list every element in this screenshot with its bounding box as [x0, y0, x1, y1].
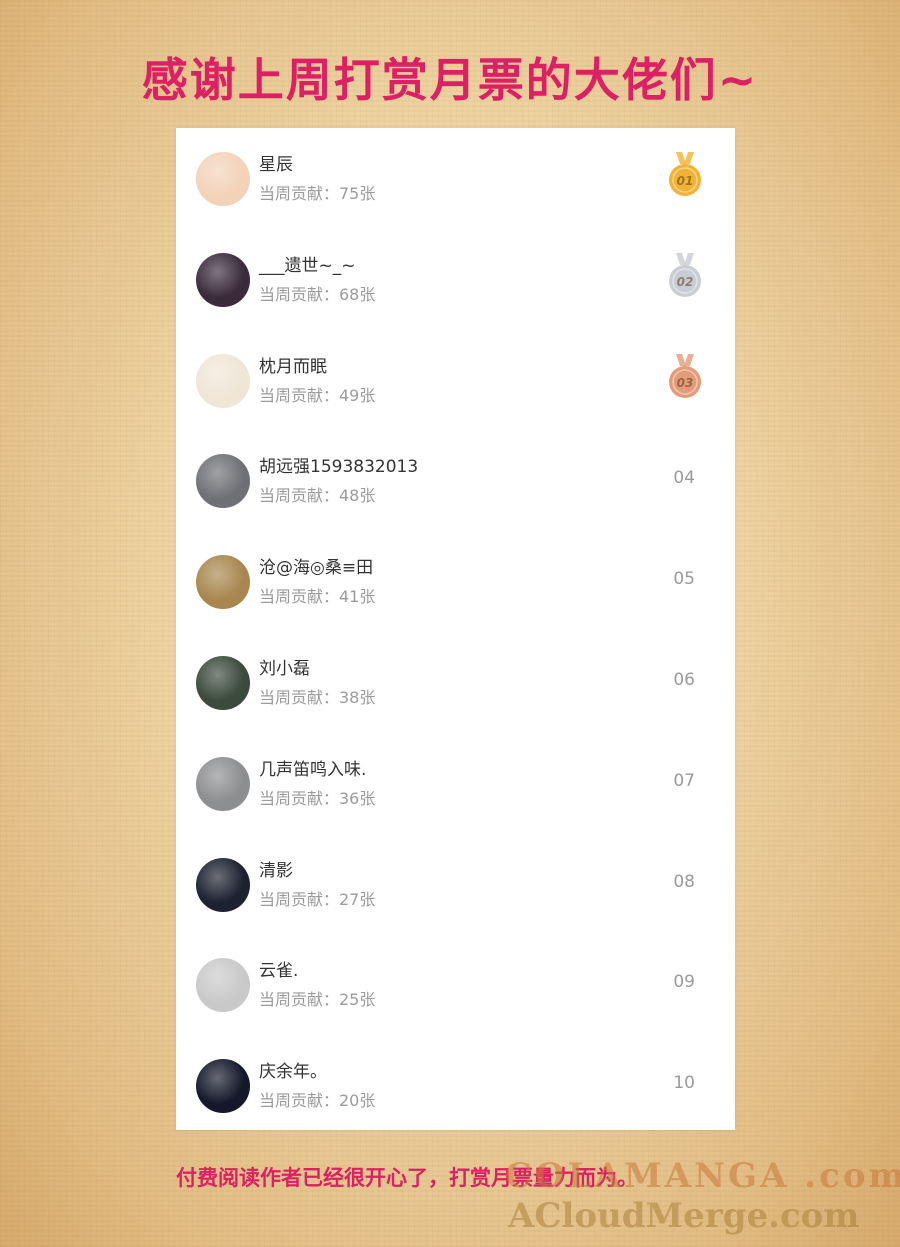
user-name: 清影 — [259, 860, 293, 881]
medal-rank-label: 03 — [677, 376, 694, 390]
user-name: 星辰 — [259, 155, 293, 175]
avatar[interactable] — [196, 857, 250, 912]
ranking-list: 星辰当周贡献：75张 01 ___遗世~_~ 当周贡献：68张 02 枕月而眠当周贡献：4… — [176, 128, 735, 1130]
user-name: 枕月而眠 — [259, 356, 327, 377]
weekly-contribution: 当周贡献：27张 — [259, 889, 376, 909]
weekly-contribution: 当周贡献：41张 — [259, 587, 376, 607]
list-item[interactable]: 胡远强1593832013 当周贡献：48张 04 — [176, 430, 735, 530]
rank-number: 10 — [673, 1073, 695, 1094]
rank-number: 07 — [673, 770, 695, 791]
list-item[interactable]: 沧@海◎桑≡田 当周贡献：41张 05 — [176, 531, 735, 631]
rank-number: 08 — [673, 871, 695, 892]
user-name: 刘小磊 — [259, 659, 310, 679]
weekly-contribution: 当周贡献：20张 — [259, 1091, 376, 1111]
avatar[interactable] — [196, 353, 250, 408]
rank-number: 05 — [673, 569, 695, 590]
watermark-acloudmerge: ACloudMerge.com — [508, 1196, 860, 1236]
page-title: 感谢上周打赏月票的大佬们~ — [141, 53, 759, 107]
list-item[interactable]: ___遗世~_~ 当周贡献：68张 02 — [176, 229, 735, 329]
avatar[interactable] — [196, 756, 250, 811]
weekly-contribution: 当周贡献：49张 — [259, 385, 376, 405]
list-item[interactable]: 几声笛鸣入味. 当周贡献：36张 07 — [176, 733, 735, 833]
list-item[interactable]: 庆余年。当周贡献：20张 10 — [176, 1035, 735, 1135]
avatar[interactable] — [196, 656, 250, 710]
gold-medal-icon: 01 — [668, 150, 702, 198]
weekly-contribution: 当周贡献：38张 — [259, 688, 376, 707]
rank-number: 06 — [673, 670, 695, 690]
weekly-contribution: 当周贡献：25张 — [259, 990, 376, 1010]
user-name: 胡远强1593832013 — [259, 457, 419, 478]
weekly-contribution: 当周贡献：68张 — [259, 284, 376, 304]
user-name: 几声笛鸣入味. — [259, 759, 367, 780]
rank-number: 09 — [673, 972, 695, 993]
silver-medal-icon: 02 — [668, 251, 702, 299]
list-item[interactable]: 刘小磊当周贡献：38张 06 — [176, 632, 735, 732]
avatar[interactable] — [196, 252, 250, 307]
weekly-contribution: 当周贡献：48张 — [259, 486, 376, 506]
user-name: 庆余年。 — [259, 1062, 327, 1083]
user-name: 云雀. — [259, 961, 299, 982]
list-item[interactable]: 星辰当周贡献：75张 01 — [176, 128, 735, 228]
avatar[interactable] — [196, 152, 250, 206]
avatar[interactable] — [196, 454, 250, 509]
weekly-contribution: 当周贡献：75张 — [259, 184, 376, 203]
avatar[interactable] — [196, 555, 250, 610]
list-item[interactable]: 枕月而眠当周贡献：49张 03 — [176, 330, 735, 430]
weekly-contribution: 当周贡献：36张 — [259, 788, 376, 808]
avatar[interactable] — [196, 1059, 250, 1114]
medal-rank-label: 01 — [677, 174, 694, 188]
list-item[interactable]: 清影当周贡献：27张 08 — [176, 834, 735, 934]
user-name: ___遗世~_~ — [259, 255, 356, 276]
list-item[interactable]: 云雀. 当周贡献：25张 09 — [176, 934, 735, 1034]
avatar[interactable] — [196, 958, 250, 1013]
rank-number: 04 — [673, 468, 695, 489]
bronze-medal-icon: 03 — [668, 352, 702, 400]
user-name: 沧@海◎桑≡田 — [259, 558, 374, 579]
watermark-colamanga: COLAMANGA .com — [505, 1156, 900, 1196]
medal-rank-label: 02 — [677, 275, 694, 289]
